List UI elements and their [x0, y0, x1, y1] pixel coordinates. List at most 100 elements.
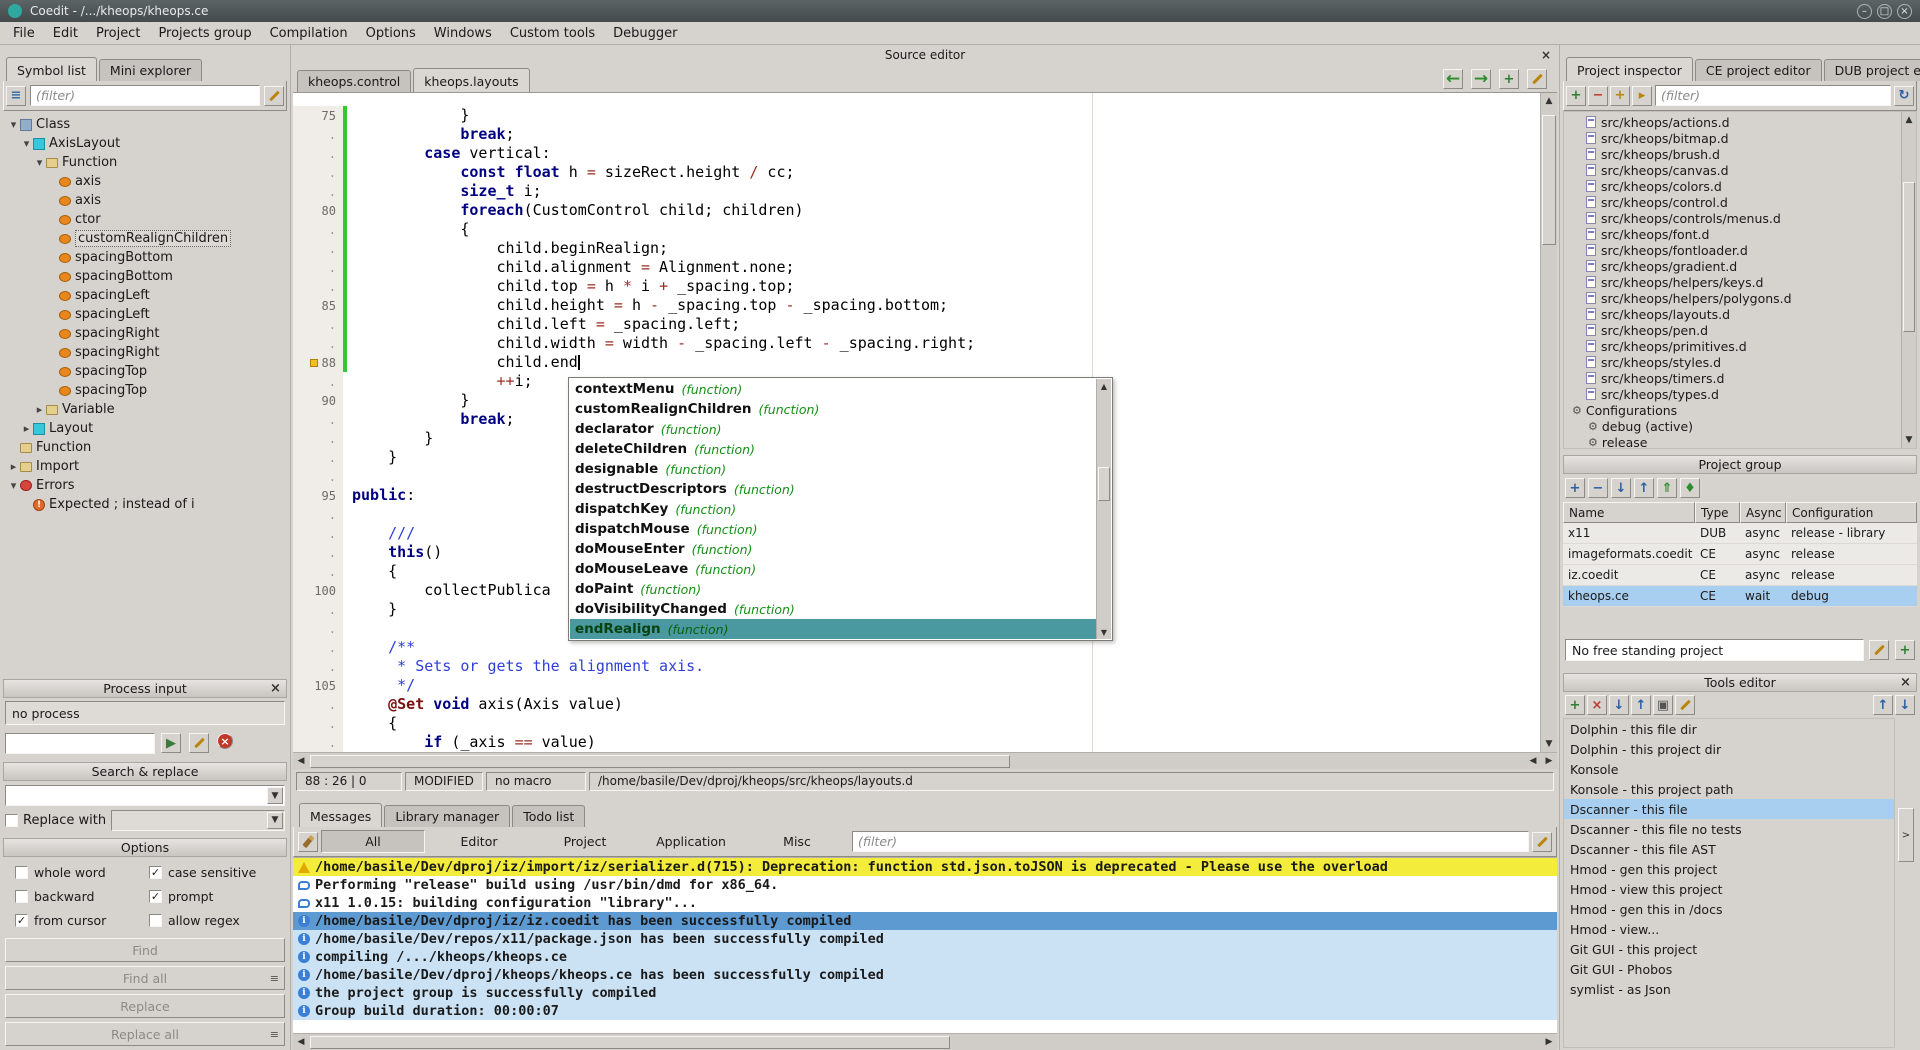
completion-item[interactable]: destructDescriptors(function) [570, 479, 1111, 499]
pen-icon[interactable] [189, 733, 209, 753]
option-from-cursor[interactable]: ✓from cursor [15, 913, 149, 928]
code-line[interactable]: . { [293, 714, 1540, 733]
code-line[interactable]: . child.left = _spacing.left; [293, 315, 1540, 334]
gutter-cell[interactable]: . [293, 315, 343, 334]
open-group-icon[interactable]: ⇑ [1657, 478, 1677, 498]
project-file-item[interactable]: src/kheops/primitives.d [1564, 338, 1916, 354]
tool-item[interactable]: Dscanner - this file AST [1564, 839, 1894, 859]
message-row[interactable]: icompiling /.../kheops/kheops.ce [293, 948, 1557, 966]
gutter-cell[interactable]: 80 [293, 201, 343, 220]
scroll-down-icon[interactable]: ↓ [1895, 695, 1915, 715]
find-all-button[interactable]: Find all≡ [5, 966, 285, 990]
messages-filter-input[interactable] [852, 831, 1529, 852]
project-file-item[interactable]: src/kheops/bitmap.d [1564, 130, 1916, 146]
dock-tab-todo-list[interactable]: Todo list [512, 805, 585, 827]
project-file-item[interactable]: src/kheops/brush.d [1564, 146, 1916, 162]
checkbox-icon[interactable] [15, 866, 28, 879]
gutter-cell[interactable]: 105 [293, 676, 343, 695]
scrollbar-thumb[interactable] [1098, 467, 1110, 501]
symbol-tree-item[interactable]: Function [3, 438, 287, 457]
gutter-cell[interactable]: . [293, 239, 343, 258]
completion-scrollbar[interactable]: ▲ ▼ [1096, 379, 1111, 639]
symbol-tree-item[interactable]: ▸Variable [3, 400, 287, 419]
forward-icon[interactable]: → [1471, 69, 1491, 89]
configuration-item[interactable]: ⚙debug (active) [1564, 418, 1916, 434]
tool-item[interactable]: Dolphin - this file dir [1564, 719, 1894, 739]
menu-custom-tools[interactable]: Custom tools [501, 23, 604, 44]
option-whole-word[interactable]: whole word [15, 865, 149, 880]
tool-item[interactable]: Git GUI - Phobos [1564, 959, 1894, 979]
editor-vertical-scrollbar[interactable]: ▲ ▼ [1540, 93, 1557, 752]
kill-icon[interactable]: × [217, 733, 233, 749]
message-row[interactable]: Performing "release" build using /usr/bi… [293, 876, 1557, 894]
message-row[interactable]: i/home/basile/Dev/dproj/iz/iz.coedit has… [293, 912, 1557, 930]
symbol-tree-item[interactable]: ▾Function [3, 153, 287, 172]
gutter-cell[interactable]: . [293, 144, 343, 163]
completion-item[interactable]: doMouseLeave(function) [570, 559, 1111, 579]
messages-filter-application[interactable]: Application [639, 830, 743, 853]
symbol-filter-input[interactable] [30, 85, 260, 106]
code-line[interactable]: . { [293, 220, 1540, 239]
symbol-tree-item[interactable]: !Expected ; instead of i [3, 495, 287, 514]
project-group-row[interactable]: x11DUBasyncrelease - library [1563, 523, 1917, 544]
menu-file[interactable]: File [4, 23, 44, 44]
pen-icon[interactable] [1532, 832, 1552, 852]
column-header-async[interactable]: Async [1740, 502, 1786, 523]
messages-filter-misc[interactable]: Misc [745, 830, 849, 853]
process-input-field[interactable] [5, 733, 155, 754]
gutter-cell[interactable]: . [293, 410, 343, 429]
code-line[interactable]: . if (_axis == value) [293, 733, 1540, 752]
project-file-item[interactable]: src/kheops/types.d [1564, 386, 1916, 402]
symbol-tree-item[interactable]: axis [3, 191, 287, 210]
clear-icon[interactable] [298, 832, 318, 852]
refresh-icon[interactable]: ↻ [1894, 86, 1914, 106]
checkbox-icon[interactable]: ✓ [149, 866, 162, 879]
move-down-icon[interactable]: ↓ [1611, 478, 1631, 498]
scroll-up-icon[interactable]: ▲ [1902, 112, 1916, 128]
completion-item[interactable]: doPaint(function) [570, 579, 1111, 599]
gutter-cell[interactable]: . [293, 562, 343, 581]
project-file-item[interactable]: src/kheops/control.d [1564, 194, 1916, 210]
add-project-icon[interactable]: + [1565, 478, 1585, 498]
expand-arrow-icon[interactable]: ▸ [20, 422, 33, 435]
completion-item[interactable]: dispatchMouse(function) [570, 519, 1111, 539]
scroll-down-icon[interactable]: ▼ [1902, 432, 1916, 448]
find-button[interactable]: Find [5, 938, 285, 962]
code-line[interactable]: 105 */ [293, 676, 1540, 695]
gutter-cell[interactable]: . [293, 182, 343, 201]
tree-vertical-scrollbar[interactable]: ▲ ▼ [1901, 112, 1916, 448]
gutter-cell[interactable]: . [293, 619, 343, 638]
code-line[interactable]: . case vertical: [293, 144, 1540, 163]
completion-item[interactable]: deleteChildren(function) [570, 439, 1111, 459]
gutter-cell[interactable]: . [293, 372, 343, 391]
gutter-cell[interactable]: . [293, 220, 343, 239]
project-file-item[interactable]: src/kheops/helpers/polygons.d [1564, 290, 1916, 306]
chevron-down-icon[interactable]: ▼ [267, 787, 283, 804]
scrollbar-thumb[interactable] [310, 755, 1010, 768]
completion-item[interactable]: contextMenu(function) [570, 379, 1111, 399]
project-group-row[interactable]: kheops.ceCEwaitdebug [1563, 586, 1917, 607]
tool-item[interactable]: symlist - as Json [1564, 979, 1894, 999]
completion-item[interactable]: dispatchKey(function) [570, 499, 1111, 519]
code-line[interactable]: 80 foreach(CustomControl child; children… [293, 201, 1540, 220]
code-line[interactable]: 88 child.end [293, 353, 1540, 372]
column-header-name[interactable]: Name [1563, 502, 1695, 523]
code-line[interactable]: . child.alignment = Alignment.none; [293, 258, 1540, 277]
scroll-right-icon[interactable]: ▶ [1541, 1035, 1557, 1050]
project-file-item[interactable]: src/kheops/timers.d [1564, 370, 1916, 386]
message-row[interactable]: /home/basile/Dev/dproj/iz/import/iz/seri… [293, 858, 1557, 876]
menu-options[interactable]: Options [357, 23, 425, 44]
scrollbar-thumb[interactable] [1903, 182, 1915, 332]
gutter-cell[interactable]: . [293, 258, 343, 277]
gutter-cell[interactable]: . [293, 733, 343, 752]
tool-item[interactable]: Hmod - gen this in /docs [1564, 899, 1894, 919]
completion-item[interactable]: designable(function) [570, 459, 1111, 479]
move-up-icon[interactable]: ↑ [1634, 478, 1654, 498]
checkbox-icon[interactable] [149, 914, 162, 927]
project-group-row[interactable]: iz.coeditCEasyncrelease [1563, 565, 1917, 586]
gutter-cell[interactable]: . [293, 638, 343, 657]
gutter-cell[interactable]: . [293, 163, 343, 182]
remove-project-icon[interactable]: − [1588, 478, 1608, 498]
symbol-tree-item[interactable]: ▾Class [3, 115, 287, 134]
gutter-cell[interactable]: . [293, 524, 343, 543]
